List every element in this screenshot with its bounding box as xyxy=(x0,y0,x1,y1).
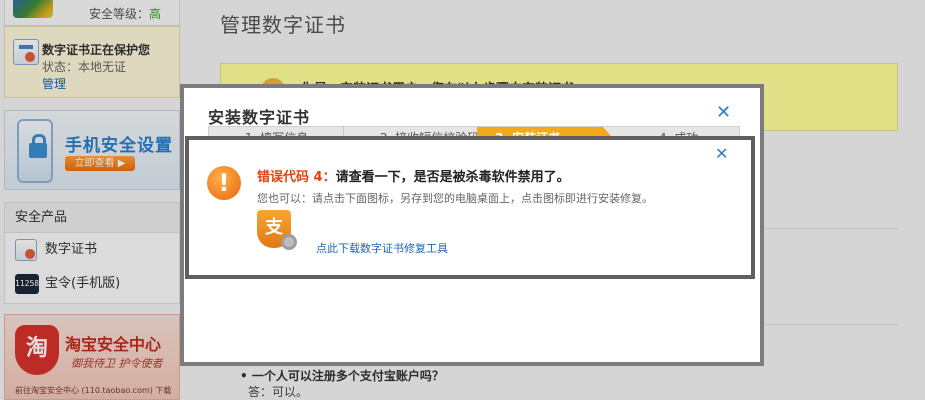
error-message: 请查看一下，是否是被杀毒软件禁用了。 xyxy=(335,170,570,185)
error-description: 您也可以：请点击下面图标，另存到您的电脑桌面上，点击图标即进行安装修复。 xyxy=(257,192,653,205)
dialog-title: 安装数字证书 xyxy=(208,108,311,127)
gear-icon xyxy=(281,234,297,250)
download-repair-tool-link[interactable]: 点此下载数字证书修复工具 xyxy=(316,240,448,256)
error-dialog: ✕ ! 错误代码 4：请查看一下，是否是被杀毒软件禁用了。 您也可以：请点击下面… xyxy=(185,136,755,279)
close-icon[interactable]: ✕ xyxy=(716,104,731,122)
error-headline: 错误代码 4：请查看一下，是否是被杀毒软件禁用了。 xyxy=(257,166,570,185)
error-code: 错误代码 4： xyxy=(257,170,336,185)
close-icon[interactable]: ✕ xyxy=(715,146,728,162)
alert-icon: ! xyxy=(207,166,241,200)
